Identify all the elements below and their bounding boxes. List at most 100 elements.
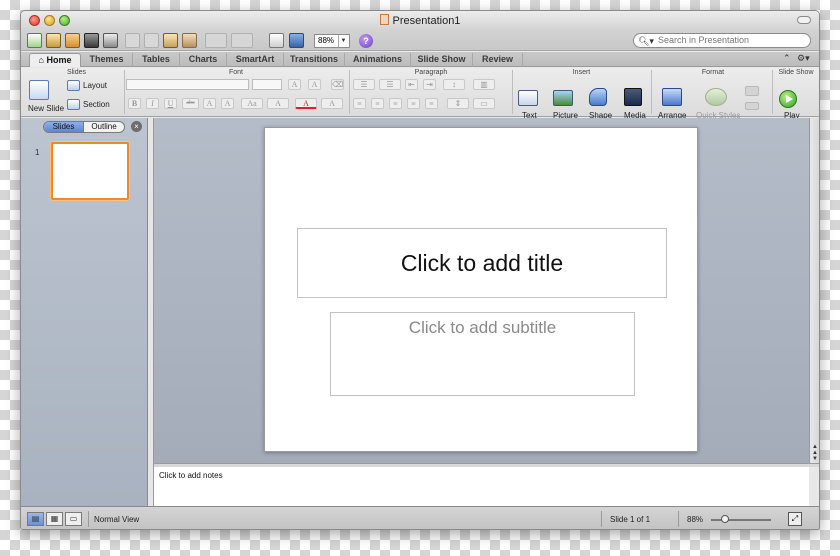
tab-slides[interactable]: Slides (44, 122, 84, 132)
ribbon-tab-bar: ⌂ Home Themes Tables Charts SmartArt Tra… (21, 52, 819, 67)
copy-icon[interactable] (144, 33, 159, 48)
superscript-button[interactable]: A (203, 98, 216, 109)
slide-position: Slide 1 of 1 (610, 515, 651, 524)
search-icon: 🔍︎▾ (638, 36, 654, 46)
tab-themes[interactable]: Themes (81, 53, 133, 67)
help-icon[interactable]: ? (359, 34, 373, 48)
align-center-icon[interactable]: ≡ (371, 98, 384, 109)
window-title: Presentation1 (392, 15, 461, 27)
notes-pane[interactable]: Click to add notes (154, 467, 809, 506)
format-painter-icon[interactable] (182, 33, 197, 48)
subtitle-placeholder[interactable]: Click to add subtitle (330, 312, 635, 396)
slideshow-view-button[interactable]: ▭ (65, 512, 82, 526)
tab-transitions[interactable]: Transitions (284, 53, 345, 67)
fill-color-icon[interactable] (745, 86, 759, 96)
normal-view-button[interactable]: ▤ (27, 512, 44, 526)
notes-placeholder: Click to add notes (159, 471, 223, 480)
align-right-icon[interactable]: ≡ (389, 98, 402, 109)
save-icon[interactable] (84, 33, 99, 48)
status-bar: ▤ ▦ ▭ Normal View Slide 1 of 1 88% ⤢ (21, 506, 819, 529)
arrange-icon (662, 88, 682, 106)
slide-editor: Click to add title Click to add subtitle (154, 118, 809, 463)
zoom-slider[interactable] (711, 519, 771, 521)
bold-button[interactable]: B (128, 98, 141, 109)
status-divider (678, 511, 679, 527)
tab-tables[interactable]: Tables (133, 53, 180, 67)
group-label-slideshow: Slide Show (778, 69, 814, 76)
new-slide-icon[interactable] (29, 80, 49, 100)
slideshow-icon[interactable] (289, 33, 304, 48)
align-text-icon[interactable]: ▭ (473, 98, 495, 109)
layout-button[interactable]: Layout (83, 81, 107, 90)
tab-animations[interactable]: Animations (345, 53, 411, 67)
tab-smartart[interactable]: SmartArt (227, 53, 284, 67)
search-input[interactable]: 🔍︎▾ Search in Presentation (633, 33, 811, 48)
undo-icon[interactable] (205, 33, 227, 48)
increase-font-icon[interactable]: A (288, 79, 301, 90)
slide-canvas[interactable]: Click to add title Click to add subtitle (264, 127, 698, 452)
ribbon: Slides Font Paragraph Insert Format Slid… (21, 68, 819, 120)
slide-thumbnail[interactable] (51, 142, 129, 200)
decrease-indent-icon[interactable]: ⇤ (405, 79, 418, 90)
group-divider (124, 70, 125, 114)
document-icon (379, 14, 389, 25)
title-placeholder[interactable]: Click to add title (297, 228, 667, 298)
sidebar-view-switch: Slides Outline (43, 121, 125, 133)
print-icon[interactable] (103, 33, 118, 48)
underline-button[interactable]: U (164, 98, 177, 109)
collapse-ribbon-icon[interactable]: ⌃ (783, 53, 791, 64)
play-icon (779, 90, 797, 108)
font-size-select[interactable] (252, 79, 282, 90)
numbering-icon[interactable]: ☰ (379, 79, 401, 90)
open-folder-icon[interactable] (65, 33, 80, 48)
line-spacing-icon[interactable]: ↕ (443, 79, 465, 90)
tab-charts[interactable]: Charts (180, 53, 227, 67)
bullets-icon[interactable]: ☰ (353, 79, 375, 90)
group-divider (512, 70, 513, 114)
close-sidebar-icon[interactable]: × (131, 121, 142, 132)
italic-button[interactable]: I (146, 98, 159, 109)
media-icon (624, 88, 642, 106)
decrease-font-icon[interactable]: A (308, 79, 321, 90)
paste-icon[interactable] (163, 33, 178, 48)
fit-window-icon[interactable]: ⤢ (788, 512, 802, 526)
tab-review[interactable]: Review (473, 53, 523, 67)
new-slide-button[interactable]: New Slide (28, 104, 64, 113)
slide-sorter-button[interactable]: ▦ (46, 512, 63, 526)
vertical-scrollbar[interactable] (809, 118, 819, 463)
increase-indent-icon[interactable]: ⇥ (423, 79, 436, 90)
zoom-slider-thumb[interactable] (721, 515, 729, 523)
group-label-format: Format (701, 69, 725, 76)
font-color-button[interactable]: A (295, 98, 317, 109)
new-document-icon[interactable] (27, 33, 42, 48)
highlight-icon[interactable]: A (321, 98, 343, 109)
tab-home[interactable]: ⌂ Home (29, 53, 81, 67)
subscript-button[interactable]: A (221, 98, 234, 109)
distribute-icon[interactable]: ≡ (425, 98, 438, 109)
gallery-icon[interactable] (46, 33, 61, 48)
justify-icon[interactable]: ≡ (407, 98, 420, 109)
align-left-icon[interactable]: ≡ (353, 98, 366, 109)
group-label-font: Font (228, 69, 243, 76)
tab-outline[interactable]: Outline (84, 122, 124, 132)
new-slide-icon[interactable] (269, 33, 284, 48)
tab-slide-show[interactable]: Slide Show (411, 53, 473, 67)
quick-styles-icon (705, 88, 727, 106)
text-effects-icon[interactable]: A (267, 98, 289, 109)
change-case-icon[interactable]: Aa (241, 98, 263, 109)
font-name-select[interactable] (126, 79, 249, 90)
section-button[interactable]: Section (83, 100, 110, 109)
cut-icon[interactable] (125, 33, 140, 48)
strikethrough-button[interactable]: abc (182, 98, 199, 109)
window-title-wrap: Presentation1 (21, 14, 819, 27)
line-color-icon[interactable] (745, 102, 759, 110)
group-label-slides: Slides (66, 69, 87, 76)
zoom-dropdown-icon[interactable]: ▼ (338, 35, 348, 47)
text-direction-icon[interactable]: ⇕ (447, 98, 469, 109)
redo-icon[interactable] (231, 33, 253, 48)
toolbar-toggle-button[interactable] (797, 16, 811, 24)
columns-icon[interactable]: ▥ (473, 79, 495, 90)
ribbon-settings-icon[interactable]: ⚙▾ (797, 53, 810, 64)
slide-nav-arrows-icon[interactable]: ▲ ▲ ▼ (810, 444, 819, 462)
clear-format-icon[interactable]: ⌫ (331, 79, 344, 90)
